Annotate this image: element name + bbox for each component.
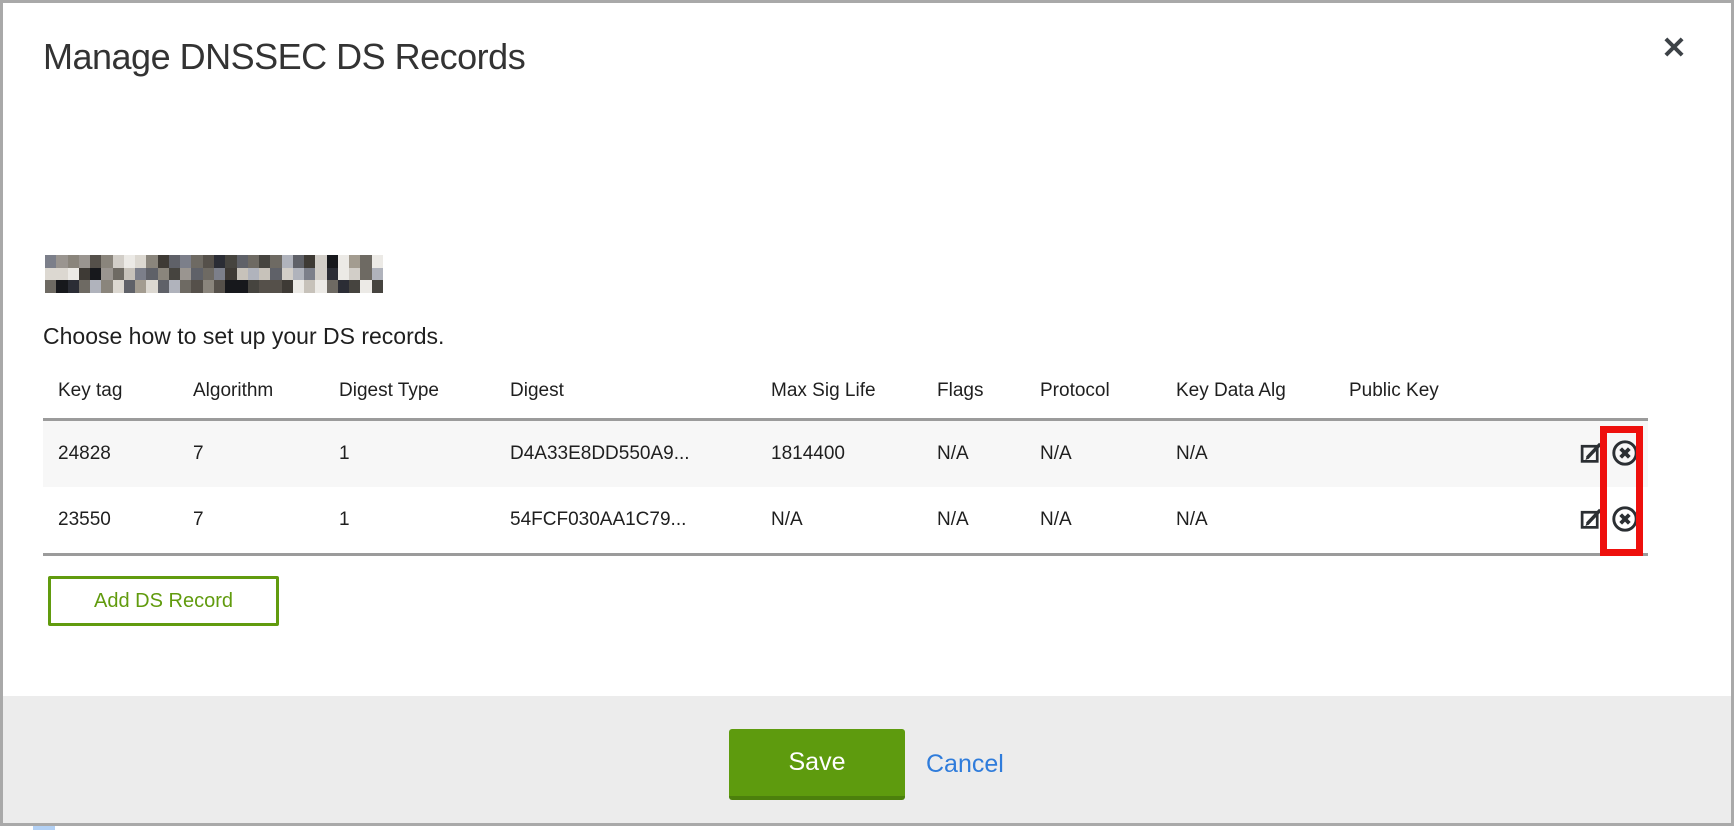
edit-record-button[interactable] [1578,507,1605,534]
cell-digest: 54FCF030AA1C79... [510,509,771,531]
manage-dnssec-dialog: Manage DNSSEC DS Records Choose how to s… [0,0,1734,826]
close-icon [1659,50,1689,65]
cell-algorithm: 7 [193,509,339,531]
cell-protocol: N/A [1040,509,1176,531]
cell-key-tag: 23550 [58,509,193,531]
cell-key-data-alg: N/A [1176,509,1349,531]
column-header-actions [1578,378,1648,380]
delete-record-button[interactable] [1611,441,1638,468]
edit-icon [1579,440,1604,468]
edit-icon [1579,506,1604,534]
table-row: 2482871D4A33E8DD550A9...1814400N/AN/AN/A [43,421,1648,487]
column-header-digest: Digest [510,378,771,402]
ds-records-table: Key tag Algorithm Digest Type Digest Max… [43,378,1648,556]
column-header-key-data-alg: Key Data Alg [1176,378,1349,402]
instruction-text: Choose how to set up your DS records. [43,323,444,350]
cancel-link[interactable]: Cancel [926,750,1004,779]
row-actions [1578,507,1648,534]
column-header-digest-type: Digest Type [339,378,510,402]
column-header-protocol: Protocol [1040,378,1176,402]
cell-digest: D4A33E8DD550A9... [510,443,771,465]
cell-key-data-alg: N/A [1176,443,1349,465]
table-header-row: Key tag Algorithm Digest Type Digest Max… [43,378,1648,421]
redacted-domain-name [45,255,383,293]
cell-flags: N/A [937,509,1040,531]
column-header-algorithm: Algorithm [193,378,339,402]
delete-record-button[interactable] [1611,507,1638,534]
cell-max-sig-life: N/A [771,509,937,531]
circle-x-delete-icon [1611,439,1639,470]
cell-digest-type: 1 [339,509,510,531]
column-header-public-key: Public Key [1349,378,1578,402]
edit-record-button[interactable] [1578,441,1605,468]
add-ds-record-button[interactable]: Add DS Record [48,576,279,626]
close-button[interactable] [1657,31,1691,65]
background-page-fragment [33,826,55,830]
table-row: 235507154FCF030AA1C79...N/AN/AN/AN/A [43,487,1648,553]
cell-key-tag: 24828 [58,443,193,465]
cell-algorithm: 7 [193,443,339,465]
table-body: 2482871D4A33E8DD550A9...1814400N/AN/AN/A… [43,421,1648,556]
circle-x-delete-icon [1611,505,1639,536]
cell-protocol: N/A [1040,443,1176,465]
column-header-key-tag: Key tag [58,378,193,402]
save-button[interactable]: Save [729,729,905,800]
row-actions [1578,441,1648,468]
column-header-max-sig-life: Max Sig Life [771,378,937,402]
cell-max-sig-life: 1814400 [771,443,937,465]
dialog-footer: Save Cancel [3,696,1731,823]
cell-flags: N/A [937,443,1040,465]
page-title: Manage DNSSEC DS Records [43,36,525,78]
cell-digest-type: 1 [339,443,510,465]
column-header-flags: Flags [937,378,1040,402]
